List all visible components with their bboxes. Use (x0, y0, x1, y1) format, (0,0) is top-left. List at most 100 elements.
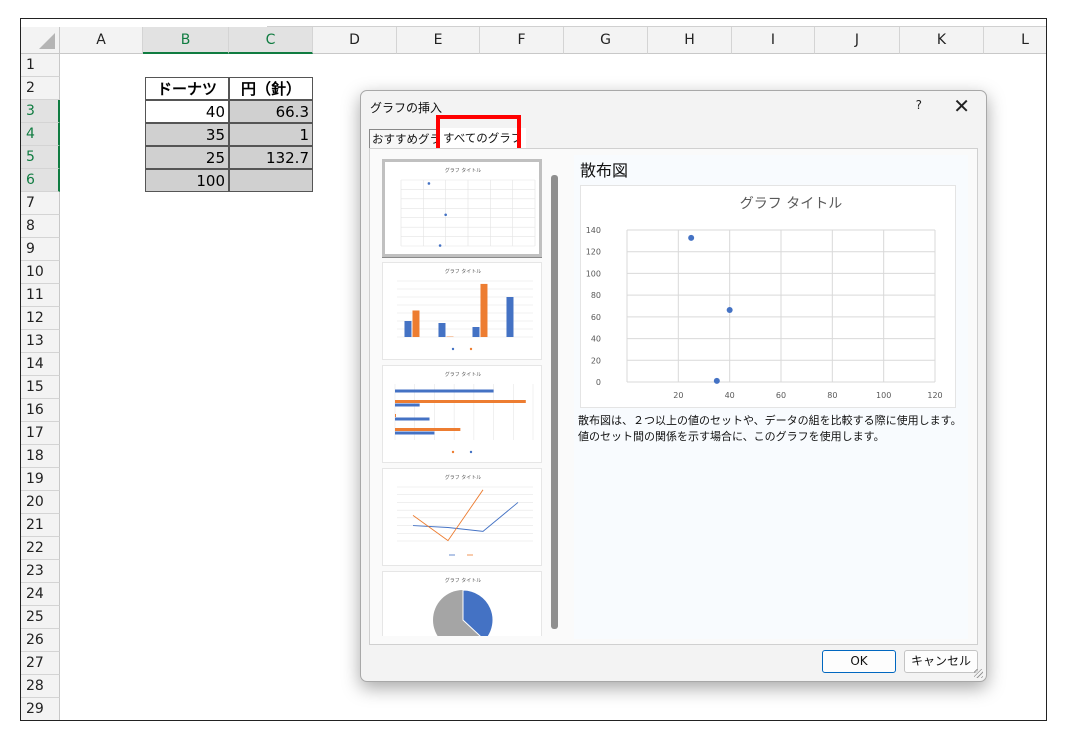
preview-chart[interactable]: グラフ タイトル 0 20 40 60 80 100 120 140 20 40 60 80 100 120 (580, 185, 956, 408)
column-header-c[interactable]: C (229, 27, 313, 54)
y-tick-label: 0 (596, 378, 601, 387)
column-header-i[interactable]: I (732, 27, 815, 54)
row-header-3[interactable]: 3 (21, 100, 60, 123)
formula-bar[interactable] (267, 19, 1046, 27)
row-header-21[interactable]: 21 (21, 514, 60, 537)
chart-type-name: 散布図 (580, 161, 629, 180)
row-header-13[interactable]: 13 (21, 330, 60, 353)
row-header-4[interactable]: 4 (21, 123, 60, 146)
thumb-title: グラフ タイトル (445, 577, 482, 584)
column-header-d[interactable]: D (313, 27, 397, 54)
row-header-10[interactable]: 10 (21, 261, 60, 284)
cell-b4[interactable]: 35 (145, 123, 229, 146)
row-header-26[interactable]: 26 (21, 629, 60, 652)
thumbnail-bar[interactable]: グラフ タイトル (382, 365, 542, 463)
column-header-f[interactable]: F (480, 27, 564, 54)
y-tick-label: 60 (591, 313, 601, 322)
excel-window: ABCDEFGHIJKL 1 2 3 4 5 6 7 8 9 10 11 12 13 14 15 16 17 18… (20, 18, 1047, 721)
insert-chart-dialog: グラフの挿入 ? ✕ おすすめグラフ すべてのグラフ グラフ タイトル グラフ … (360, 90, 987, 682)
thumb-legend-marker (469, 450, 473, 454)
row-header-1[interactable]: 1 (21, 54, 60, 77)
thumb-bar (395, 414, 396, 417)
thumbnail-scatter[interactable]: グラフ タイトル (382, 159, 542, 258)
cell-b5[interactable]: 25 (145, 146, 229, 169)
thumb-bar (395, 403, 420, 407)
close-button[interactable]: ✕ (953, 94, 970, 118)
row-header-15[interactable]: 15 (21, 376, 60, 399)
cell-c6[interactable] (229, 169, 313, 192)
chart-preview-panel: 散布図 グラフ タイトル 0 20 40 60 80 100 120 140 20 40 60 80 10… (574, 155, 968, 639)
cell-c5[interactable]: 132.7 (229, 146, 313, 169)
y-tick-label: 100 (586, 269, 601, 278)
scrollbar-thumb[interactable] (551, 175, 558, 629)
thumb-bar (480, 283, 488, 337)
row-header-11[interactable]: 11 (21, 284, 60, 307)
row-header-18[interactable]: 18 (21, 445, 60, 468)
x-tick-label: 20 (673, 391, 683, 400)
cell-b2-header[interactable]: ドーナツ (145, 77, 229, 100)
column-header-g[interactable]: G (564, 27, 648, 54)
row-header-17[interactable]: 17 (21, 422, 60, 445)
select-all-corner[interactable] (21, 27, 60, 54)
row-header-23[interactable]: 23 (21, 560, 60, 583)
column-header-l[interactable]: L (984, 27, 1046, 54)
cell-b3[interactable]: 40 (145, 100, 229, 123)
thumb-title: グラフ タイトル (445, 371, 482, 378)
x-tick-label: 100 (876, 391, 891, 400)
row-header-16[interactable]: 16 (21, 399, 60, 422)
thumb-legend-marker (469, 347, 473, 351)
row-header-24[interactable]: 24 (21, 583, 60, 606)
chart-title: グラフ タイトル (740, 196, 842, 212)
thumb-bar (395, 400, 526, 403)
cell-c4[interactable]: 1 (229, 123, 313, 146)
thumbnail-line[interactable]: グラフ タイトル (382, 468, 542, 566)
thumb-bar (395, 431, 435, 435)
thumbnail-scrollbar[interactable] (551, 175, 558, 629)
y-tick-label: 20 (591, 356, 601, 365)
x-tick-label: 80 (827, 391, 837, 400)
chart-description: 散布図は、２つ以上の値のセットや、データの組を比較する際に使用します。値のセット… (578, 414, 962, 443)
row-header-12[interactable]: 12 (21, 307, 60, 330)
column-header-k[interactable]: K (900, 27, 984, 54)
row-header-19[interactable]: 19 (21, 468, 60, 491)
row-header-8[interactable]: 8 (21, 215, 60, 238)
cancel-button[interactable]: キャンセル (904, 650, 978, 673)
help-button[interactable]: ? (916, 98, 922, 112)
cell-c2-header[interactable]: 円（針） (229, 77, 313, 100)
resize-grip[interactable] (974, 669, 983, 678)
row-header-5[interactable]: 5 (21, 146, 60, 169)
cell-c3[interactable]: 66.3 (229, 100, 313, 123)
column-header-b[interactable]: B (143, 27, 229, 54)
row-header-28[interactable]: 28 (21, 675, 60, 698)
row-header-27[interactable]: 27 (21, 652, 60, 675)
thumb-point (444, 213, 447, 217)
row-header-22[interactable]: 22 (21, 537, 60, 560)
thumb-legend-marker (451, 347, 455, 351)
row-header-7[interactable]: 7 (21, 192, 60, 215)
thumb-bar (395, 417, 430, 421)
row-header-6[interactable]: 6 (21, 169, 60, 192)
scatter-point (726, 307, 733, 314)
row-header-14[interactable]: 14 (21, 353, 60, 376)
column-header-h[interactable]: H (648, 27, 732, 54)
scatter-point (688, 234, 695, 241)
chart-tab-content: グラフ タイトル グラフ タイトル グラフ タイトル グラフ タイトル グラフ … (369, 148, 978, 645)
row-header-9[interactable]: 9 (21, 238, 60, 261)
thumb-point (427, 182, 431, 185)
thumb-legend-marker (451, 450, 455, 454)
dialog-title: グラフの挿入 (370, 101, 443, 115)
cell-b6[interactable]: 100 (145, 169, 229, 192)
column-header-e[interactable]: E (397, 27, 480, 54)
column-header-j[interactable]: J (815, 27, 900, 54)
column-header-a[interactable]: A (60, 27, 143, 54)
row-header-29[interactable]: 29 (21, 698, 60, 720)
thumbnail-pie[interactable]: グラフ タイトル (382, 571, 542, 636)
tab-recommended-charts[interactable]: おすすめグラフ (369, 129, 440, 148)
thumbnail-column[interactable]: グラフ タイトル (382, 262, 542, 360)
thumb-bar (438, 323, 446, 337)
row-header-20[interactable]: 20 (21, 491, 60, 514)
row-header-2[interactable]: 2 (21, 77, 60, 100)
row-header-25[interactable]: 25 (21, 606, 60, 629)
thumb-bar (472, 327, 480, 337)
ok-button[interactable]: OK (822, 650, 896, 673)
